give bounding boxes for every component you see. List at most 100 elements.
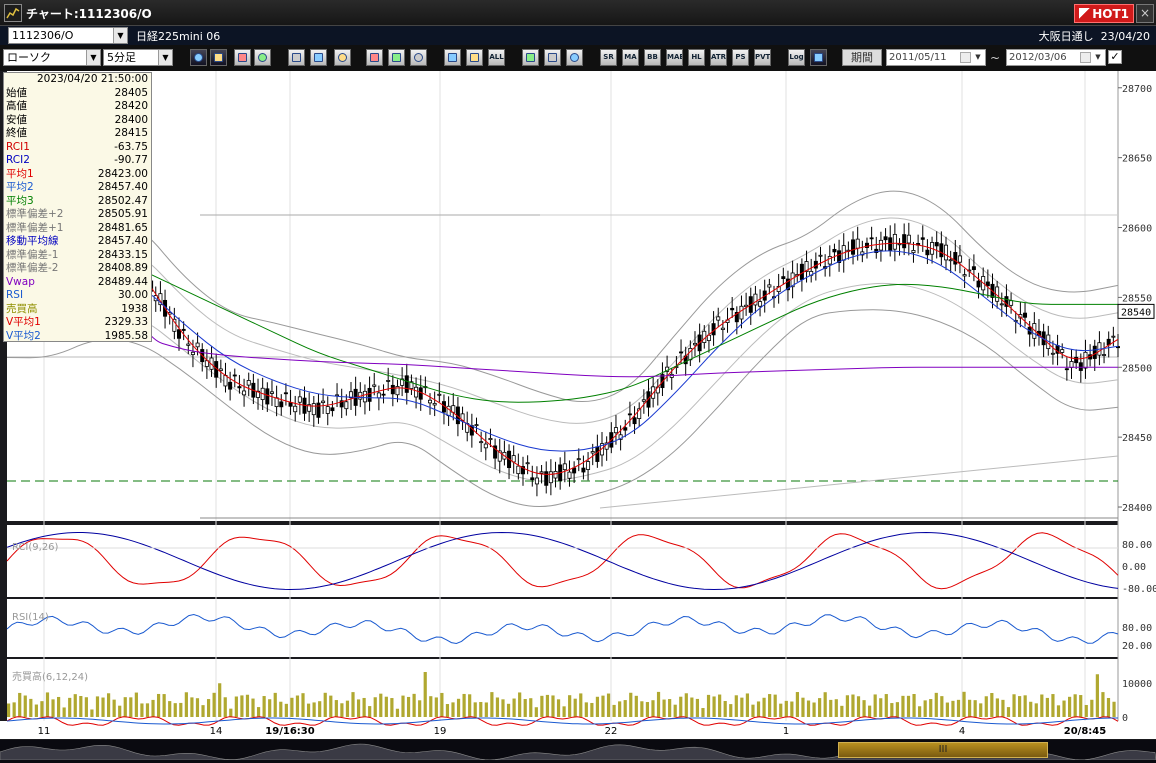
price-tick-label: 28450 [1122,433,1152,444]
volume-bar [118,705,122,717]
pencil-button[interactable] [366,49,383,66]
sr-button[interactable]: SR [600,49,617,66]
indicator-button[interactable] [310,49,327,66]
cursor-button[interactable] [388,49,405,66]
volume-bar [901,695,905,717]
volume-bar [818,698,822,717]
cursor-datetime: 2023/04/20 21:50:00 [36,73,148,85]
chevron-down-icon[interactable]: ▼ [113,28,127,43]
wrench-button[interactable] [544,49,561,66]
volume-bar [712,696,716,717]
candle-body [957,255,962,263]
candle-body [516,465,521,475]
volume-bar [962,691,966,717]
candle-body [869,237,874,240]
volume-bar [795,692,800,717]
volume-bar [979,703,983,717]
clear-button[interactable] [334,49,351,66]
candle-l-button[interactable] [444,49,461,66]
volume-bar [456,698,461,717]
ps-button[interactable]: PS [732,49,749,66]
candle-body [544,471,549,486]
chart-area[interactable]: 28400 28450 28500 28550 28600 28650 28700 28540… [0,71,1156,740]
volume-bar [1045,697,1049,717]
line-tool-button[interactable] [234,49,251,66]
volume-bar [968,699,972,717]
data-row-label: 始値 [6,86,27,99]
calendar-icon[interactable] [1080,52,1091,63]
volume-bar [218,683,222,717]
candle-body [948,259,953,262]
close-button[interactable]: × [1136,4,1154,23]
volume-bar [756,701,761,717]
candle-body [883,236,888,241]
candle-body [1069,361,1074,368]
volume-bar [440,692,444,717]
volume-bar [351,692,355,717]
candle-body [1050,352,1055,355]
candle-body [325,406,330,414]
refresh-button[interactable] [254,49,271,66]
data-row-value: 28457.40 [97,181,148,193]
session-name: 大阪日通し [1038,30,1094,43]
volume-bar [173,703,177,717]
chevron-down-icon[interactable]: ▼ [972,51,984,64]
ma-button[interactable]: MA [622,49,639,66]
log-button[interactable]: Log [788,49,805,66]
compare-button[interactable] [288,49,305,66]
export-button[interactable] [810,49,827,66]
bb-button[interactable]: BB [644,49,661,66]
date-to-input[interactable]: 2012/03/06 ▼ [1006,49,1106,66]
atr-button[interactable]: ATR [710,49,727,66]
gear-button[interactable] [522,49,539,66]
candle-body [595,446,600,462]
window-title: チャート:1112306/O [26,7,152,21]
hot-button[interactable]: HOT1 [1074,4,1134,23]
candle-body [920,237,925,240]
crosshair-button[interactable] [210,49,227,66]
volume-bar [862,700,866,717]
chevron-down-icon[interactable]: ▼ [1092,51,1104,64]
palette-button[interactable] [566,49,583,66]
mae-button[interactable]: MAE [666,49,683,66]
chart-type-select[interactable]: ローソク ▼ [3,49,101,66]
chevron-down-icon[interactable]: ▼ [158,50,172,65]
volume-bar [1056,705,1061,717]
date-from-input[interactable]: 2011/05/11 ▼ [886,49,986,66]
candle-r-button[interactable] [466,49,483,66]
volume-bar [556,699,561,717]
volume-bar [379,693,383,717]
candle-body [274,397,279,408]
candle-body [827,256,832,265]
apply-period-checkbox[interactable]: ✓ [1108,50,1122,64]
candle-body [190,351,195,355]
volume-bar [1106,697,1111,717]
data-row: Vwap 28489.44 [4,276,151,290]
volume-bar [384,696,388,717]
volume-bar [495,697,500,717]
candle-body [567,471,572,479]
volume-bar [768,694,772,717]
hl-button[interactable]: HL [688,49,705,66]
pvt-button[interactable]: PVT [754,49,771,66]
period-button[interactable]: 期間 [842,49,882,66]
scroll-thumb[interactable]: III [838,742,1048,758]
data-row: 平均2 28457.40 [4,181,151,195]
symbol-combo[interactable]: 1112306/O ▼ [8,27,128,44]
candle-body [1111,335,1116,338]
interval-select[interactable]: 5分足 ▼ [103,49,173,66]
volume-bar [406,696,411,717]
candle-l-icon [448,53,457,62]
crosshair-icon [214,53,223,62]
calendar-icon[interactable] [960,52,971,63]
candle-body [692,342,697,346]
volume-bar [1051,694,1055,717]
candle-body [288,402,293,407]
candle-body [1102,354,1107,356]
undo-button[interactable] [410,49,427,66]
candle-body [976,280,981,288]
all-button[interactable]: ALL [488,49,505,66]
chevron-down-icon[interactable]: ▼ [86,50,100,65]
chart-static-layer [0,71,1156,740]
zoom-button[interactable] [190,49,207,66]
